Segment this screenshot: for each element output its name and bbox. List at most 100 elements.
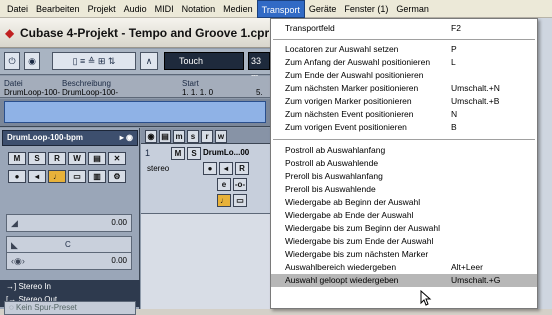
transport-menu: Transportfeld F2 Locatoren zur Auswahl se… xyxy=(270,18,538,309)
track-write-global-icon[interactable]: w xyxy=(215,130,227,143)
track-list-header: ◉ ▤ m s r w xyxy=(141,128,271,144)
track-link-icon[interactable]: -o- xyxy=(233,178,247,191)
track-buttons-2: ● ◂ R xyxy=(203,162,249,175)
menu-item-preroll-ende[interactable]: Preroll bis Auswahlende xyxy=(271,183,537,196)
info-start-value[interactable]: 1. 1. 1. 0 xyxy=(182,88,213,97)
inspector-expand-icon[interactable]: ▸ ◉ xyxy=(120,131,133,145)
delay-fader[interactable]: ‹◉› 0.00 xyxy=(6,252,132,270)
pan-value: C xyxy=(65,240,71,249)
delay-icon: ‹◉› xyxy=(11,256,25,266)
menu-item-auswahl-geloopt[interactable]: Auswahl geloopt wiedergeben Umschalt.+G xyxy=(271,274,537,287)
mute-button[interactable]: M xyxy=(8,152,26,165)
track-buttons-4: ♩ ▭ xyxy=(217,194,247,207)
track-preset-label: Kein Spur-Preset xyxy=(15,303,77,312)
track-read-button[interactable]: R xyxy=(235,162,249,175)
track-solo-button[interactable]: S xyxy=(187,147,201,160)
menu-medien[interactable]: Medien xyxy=(219,0,257,18)
menu-bar: Datei Bearbeiten Projekt Audio MIDI Nota… xyxy=(0,0,552,18)
menu-bearbeiten[interactable]: Bearbeiten xyxy=(32,0,84,18)
track-monitor-button[interactable]: ◂ xyxy=(219,162,233,175)
menu-transport[interactable]: Transport xyxy=(256,0,305,18)
monitor-button[interactable]: ◂ xyxy=(28,170,46,183)
menu-item-wiedergabe-bis-ende[interactable]: Wiedergabe bis zum Ende der Auswahl xyxy=(271,235,537,248)
info-end-value[interactable]: 5. xyxy=(256,88,263,97)
track-lane-icon[interactable]: ▭ xyxy=(233,194,247,207)
menu-item-wiedergabe-ende[interactable]: Wiedergabe ab Ende der Auswahl xyxy=(271,209,537,222)
menu-item-preroll-anfang[interactable]: Preroll bis Auswahlanfang xyxy=(271,170,537,183)
track-buttons-3: e -o- xyxy=(217,178,247,191)
track-timebase-icon[interactable]: ♩ xyxy=(217,194,231,207)
input-routing-label: Stereo In xyxy=(18,282,51,291)
track-read-global-icon[interactable]: r xyxy=(201,130,213,143)
track-list: ◉ ▤ m s r w 1 M S DrumLo...00 stereo ● ◂… xyxy=(141,128,271,309)
menu-datei[interactable]: Datei xyxy=(3,0,32,18)
track-buttons: M S xyxy=(171,147,201,160)
inspector-button-row-2: ● ◂ ♩ ▭ ▥ ⚙ xyxy=(8,170,126,183)
add-track-icon[interactable]: ◉ xyxy=(145,130,157,143)
automation-icon[interactable]: ∧ xyxy=(140,52,158,70)
menu-item-voriger-event[interactable]: Zum vorigen Event positionieren B xyxy=(271,121,537,134)
inspector-button-row: M S R W ▤ ✕ xyxy=(8,152,126,165)
volume-fader[interactable]: ◢ 0.00 xyxy=(6,214,132,232)
track-mute-button[interactable]: M xyxy=(171,147,185,160)
right-scroll-strip[interactable] xyxy=(538,18,552,309)
track-view-icon[interactable]: ▤ xyxy=(159,130,171,143)
solo-button[interactable]: S xyxy=(28,152,46,165)
constrain-delay-button[interactable]: ◉ xyxy=(24,52,40,70)
menu-item-postroll-ende[interactable]: Postroll ab Auswahlende xyxy=(271,157,537,170)
settings-icon[interactable]: ⚙ xyxy=(108,170,126,183)
menu-item-wiedergabe-beginn[interactable]: Wiedergabe ab Beginn der Auswahl xyxy=(271,196,537,209)
lane-button[interactable]: ▭ xyxy=(68,170,86,183)
menu-item-locatoren-setzen[interactable]: Locatoren zur Auswahl setzen P xyxy=(271,43,537,56)
menu-projekt[interactable]: Projekt xyxy=(84,0,120,18)
freeze-button[interactable]: ✕ xyxy=(108,152,126,165)
mouse-pointer-icon xyxy=(420,290,432,306)
menu-fenster[interactable]: Fenster (1) xyxy=(340,0,392,18)
track-preset-field[interactable]: ◌ Kein Spur-Preset xyxy=(4,301,136,315)
lock-button[interactable]: ▥ xyxy=(88,170,106,183)
record-enable-button[interactable]: ● xyxy=(8,170,26,183)
menu-item-wiedergabe-bis-marker[interactable]: Wiedergabe bis zum nächsten Marker xyxy=(271,248,537,261)
menu-german[interactable]: German xyxy=(392,0,433,18)
info-start-header: Start xyxy=(182,79,199,88)
automation-mode-select[interactable]: Touch xyxy=(164,52,244,70)
track-edit-icon[interactable]: e xyxy=(217,178,231,191)
info-file-value[interactable]: DrumLoop-100- xyxy=(4,88,60,97)
delay-value: 0.00 xyxy=(111,256,127,265)
menu-item-voriger-marker[interactable]: Zum vorigen Marker positionieren Umschalt… xyxy=(271,95,537,108)
menu-geraete[interactable]: Geräte xyxy=(305,0,341,18)
ruler-selection[interactable] xyxy=(4,101,266,123)
menu-item-anfang-auswahl[interactable]: Zum Anfang der Auswahl positionieren L xyxy=(271,56,537,69)
menu-item-transportfeld[interactable]: Transportfeld F2 xyxy=(271,22,537,35)
menu-item-wiedergabe-bis-beginn[interactable]: Wiedergabe bis zum Beginn der Auswahl xyxy=(271,222,537,235)
tempo-field[interactable]: 33 m xyxy=(248,52,270,82)
track-output: stereo xyxy=(147,164,170,173)
track-solo-global-icon[interactable]: s xyxy=(187,130,199,143)
track-record-button[interactable]: ● xyxy=(203,162,217,175)
view-buttons-group[interactable]: ▯ ≡ ≙ ⊞ ⇅ xyxy=(52,52,136,70)
cubase-logo-icon: ◆ xyxy=(5,26,15,40)
write-button[interactable]: W xyxy=(68,152,86,165)
volume-value: 0.00 xyxy=(111,218,127,227)
inspector-track-header[interactable]: DrumLoop-100-bpm ▸ ◉ xyxy=(2,130,138,146)
menu-item-naechster-event[interactable]: Zum nächsten Event positionieren N xyxy=(271,108,537,121)
menu-midi[interactable]: MIDI xyxy=(151,0,178,18)
input-routing[interactable]: →] Stereo In xyxy=(0,280,140,294)
info-description-value[interactable]: DrumLoop-100- xyxy=(62,88,118,97)
window-title: Cubase 4-Projekt - Tempo and Groove 1.cp… xyxy=(20,26,270,40)
menu-item-auswahlbereich-wiedergeben[interactable]: Auswahlbereich wiedergeben Alt+Leer xyxy=(271,261,537,274)
track-mute-global-icon[interactable]: m xyxy=(173,130,185,143)
menu-audio[interactable]: Audio xyxy=(120,0,151,18)
menu-item-postroll-anfang[interactable]: Postroll ab Auswahlanfang xyxy=(271,144,537,157)
timebase-button[interactable]: ♩ xyxy=(48,170,66,183)
menu-notation[interactable]: Notation xyxy=(178,0,220,18)
track-row[interactable]: 1 M S DrumLo...00 stereo ● ◂ R e -o- ♩ ▭ xyxy=(141,144,271,214)
menu-item-naechster-marker[interactable]: Zum nächsten Marker positionieren Umschal… xyxy=(271,82,537,95)
edit-button[interactable]: ▤ xyxy=(88,152,106,165)
menu-item-ende-auswahl[interactable]: Zum Ende der Auswahl positionieren xyxy=(271,69,537,82)
menu-separator xyxy=(273,39,535,40)
track-name[interactable]: DrumLo...00 xyxy=(203,148,249,157)
info-file-header: Datei xyxy=(4,79,23,88)
read-button[interactable]: R xyxy=(48,152,66,165)
activate-project-button[interactable]: ⏻ xyxy=(4,52,20,70)
